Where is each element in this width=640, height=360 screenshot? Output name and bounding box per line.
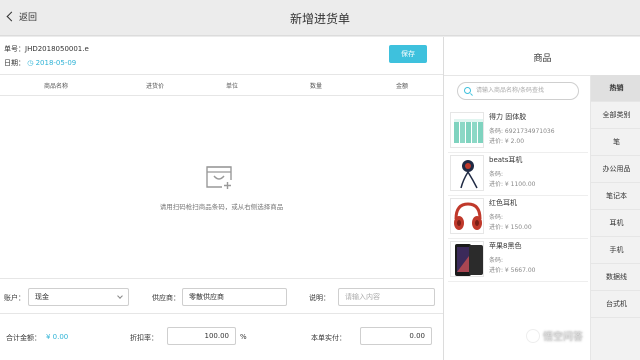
category-hot[interactable]: 热销 <box>591 75 640 102</box>
product-item[interactable]: 红色耳机 条码: 进价: ¥ 150.00 <box>448 196 588 238</box>
total-value: ¥ 0.00 <box>46 333 69 341</box>
product-item[interactable]: beats耳机 条码: 进价: ¥ 1100.00 <box>448 153 588 195</box>
product-code: 条码: 6921734971036 <box>489 128 555 135</box>
product-search-input[interactable]: 请输入商品名称/条码查找 <box>457 82 579 100</box>
panel-title: 商品 <box>533 54 552 64</box>
glue-sticks-image <box>450 112 484 148</box>
search-icon <box>464 87 471 94</box>
product-code: 条码: <box>489 171 504 178</box>
actual-paid-label: 本单实付： <box>311 334 346 342</box>
order-number: 单号：JHD2018050001.e <box>4 44 89 54</box>
save-button[interactable]: 保存 <box>389 45 427 63</box>
product-price: 进价: ¥ 150.00 <box>489 224 532 231</box>
top-bar: 返回 新增进货单 <box>0 0 640 36</box>
chevron-down-icon <box>117 293 123 299</box>
iphone-image <box>450 241 484 277</box>
supplier-label: 供应商： <box>152 294 180 302</box>
empty-cart-icon <box>206 166 233 191</box>
date-text: 2018-05-09 <box>35 59 77 67</box>
order-date-label: 日期： <box>4 59 25 67</box>
product-name: 得力 固体胶 <box>489 113 527 121</box>
col-product-name: 商品名称 <box>44 83 69 90</box>
order-number-label: 单号： <box>4 45 25 53</box>
remark-label: 说明： <box>309 294 330 302</box>
order-number-value: JHD2018050001.e <box>25 45 89 53</box>
product-name: beats耳机 <box>489 156 523 164</box>
discount-unit: % <box>240 333 247 341</box>
total-label: 合计金额： <box>6 334 41 342</box>
discount-label: 折扣率： <box>130 334 158 342</box>
earbuds-image <box>450 155 484 191</box>
category-desktop[interactable]: 台式机 <box>591 291 640 318</box>
watermark: 悟空问答 <box>526 328 583 343</box>
watermark-logo-icon <box>526 328 540 343</box>
product-code: 条码: <box>489 214 504 221</box>
product-panel: 商品 请输入商品名称/条码查找 得力 固体胶 条码: 6921734971036… <box>443 37 640 360</box>
product-price: 进价: ¥ 1100.00 <box>489 181 536 188</box>
product-price: 进价: ¥ 5667.00 <box>489 267 536 274</box>
category-earphones[interactable]: 耳机 <box>591 210 640 237</box>
watermark-text: 悟空问答 <box>543 332 583 343</box>
order-date: 日期： ◷ 2018-05-09 <box>4 58 76 68</box>
account-value: 现金 <box>35 293 49 301</box>
divider <box>448 281 588 282</box>
col-purchase-price: 进货价 <box>146 83 165 90</box>
account-label: 账户： <box>4 294 25 302</box>
col-quantity: 数量 <box>310 83 323 90</box>
category-notebook[interactable]: 笔记本 <box>591 183 640 210</box>
table-header: 商品名称 进货价 单位 数量 金额 <box>0 74 443 96</box>
red-headphones-image <box>450 198 484 234</box>
product-price: 进价: ¥ 2.00 <box>489 138 525 145</box>
product-name: 苹果8黑色 <box>489 242 522 250</box>
product-item[interactable]: 得力 固体胶 条码: 6921734971036 进价: ¥ 2.00 <box>448 110 588 152</box>
category-list: 热销 全部类别 笔 办公用品 笔记本 耳机 手机 数据线 台式机 <box>590 75 640 360</box>
product-item[interactable]: 苹果8黑色 条码: 进价: ¥ 5667.00 <box>448 239 588 281</box>
page-title: 新增进货单 <box>289 12 350 26</box>
remark-input[interactable]: 请输入内容 <box>338 288 435 306</box>
category-pen[interactable]: 笔 <box>591 129 640 156</box>
divider <box>0 313 443 314</box>
col-amount: 金额 <box>396 83 409 90</box>
empty-hint: 请用扫码枪扫商品条码，或从右侧选择商品 <box>159 203 284 211</box>
discount-input[interactable]: 100.00 <box>167 327 236 345</box>
product-code: 条码: <box>489 257 504 264</box>
category-all[interactable]: 全部类别 <box>591 102 640 129</box>
divider <box>0 278 443 279</box>
supplier-field[interactable]: 零散供应商 <box>182 288 287 306</box>
category-phone[interactable]: 手机 <box>591 237 640 264</box>
account-select[interactable]: 现金 <box>28 288 129 306</box>
col-unit: 单位 <box>226 83 239 90</box>
category-office[interactable]: 办公用品 <box>591 156 640 183</box>
order-date-value[interactable]: ◷ 2018-05-09 <box>27 59 76 67</box>
product-name: 红色耳机 <box>489 199 517 207</box>
category-cable[interactable]: 数据线 <box>591 264 640 291</box>
search-placeholder: 请输入商品名称/条码查找 <box>476 87 545 94</box>
actual-paid-input[interactable]: 0.00 <box>360 327 432 345</box>
